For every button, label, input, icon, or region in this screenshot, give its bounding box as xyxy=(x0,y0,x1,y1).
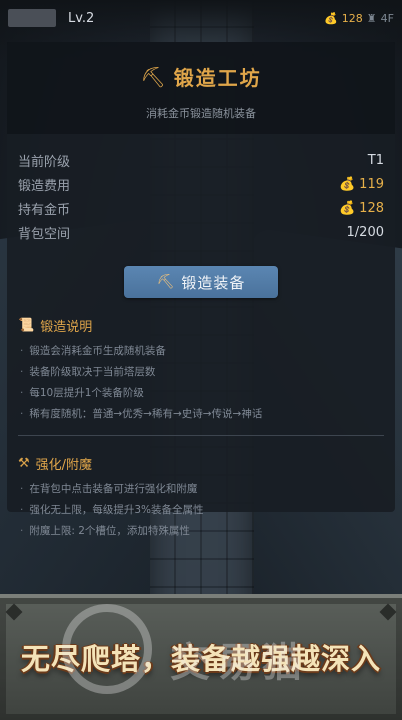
forge-equipment-button[interactable]: ⛏ 锻造装备 xyxy=(124,266,278,298)
forge-title: 锻造工坊 xyxy=(173,66,262,90)
player-name-redacted xyxy=(8,9,56,27)
promo-banner: 无尽爬塔，装备越强越深入 xyxy=(0,594,402,720)
forge-guide-section: 📜 锻造说明 锻造会消耗金币生成随机装备 装备阶级取决于当前塔层数 每10层提升… xyxy=(7,316,395,425)
forge-stats: 当前阶级 T1 锻造费用 💰 119 持有金币 💰 128 背包空间 1/200 xyxy=(7,134,395,244)
forge-cost-value: 119 xyxy=(359,176,384,192)
bag-space-value: 1/200 xyxy=(346,224,384,240)
forge-subtitle: 消耗金币锻造随机装备 xyxy=(146,107,256,120)
guide-title: 锻造说明 xyxy=(40,320,93,335)
player-level: Lv.2 xyxy=(68,10,95,26)
enhance-title: 强化/附魔 xyxy=(35,458,93,473)
top-bar: Lv.2 💰 128 ♜ 4F xyxy=(0,0,402,36)
section-divider xyxy=(18,435,384,436)
scroll-icon: 📜 xyxy=(18,318,35,333)
guide-line: 装备阶级取决于当前塔层数 xyxy=(18,362,384,383)
enhance-line: 强化无上限，每级提升3%装备全属性 xyxy=(18,500,384,521)
stat-tier: 当前阶级 T1 xyxy=(18,152,384,170)
hammer-icon: ⛏ xyxy=(140,64,166,89)
guide-line: 锻造会消耗金币生成随机装备 xyxy=(18,341,384,362)
money-bag-icon: 💰 xyxy=(324,11,338,25)
gold-held-value: 128 xyxy=(359,200,384,216)
top-resources: 💰 128 ♜ 4F xyxy=(324,12,394,25)
stat-forge-cost: 锻造费用 💰 119 xyxy=(18,176,384,194)
tools-icon: ⚒ xyxy=(18,456,30,471)
forge-header: ⛏ 锻造工坊 消耗金币锻造随机装备 xyxy=(7,42,395,134)
stat-bag-space: 背包空间 1/200 xyxy=(18,224,384,242)
enhance-line: 附魔上限: 2个槽位，添加特殊属性 xyxy=(18,521,384,542)
gold-amount: 128 xyxy=(341,11,363,25)
money-bag-icon: 💰 xyxy=(338,200,356,216)
castle-icon: ♜ xyxy=(366,11,377,25)
floor-number: 4F xyxy=(380,11,394,25)
money-bag-icon: 💰 xyxy=(338,176,356,192)
hammer-icon: ⛏ xyxy=(156,274,176,290)
forge-panel: ⛏ 锻造工坊 消耗金币锻造随机装备 当前阶级 T1 锻造费用 💰 119 持有金… xyxy=(7,42,395,537)
enhance-section: ⚒ 强化/附魔 在背包中点击装备可进行强化和附魔 强化无上限，每级提升3%装备全… xyxy=(7,454,395,542)
enhance-line: 在背包中点击装备可进行强化和附魔 xyxy=(18,479,384,500)
guide-line: 每10层提升1个装备阶级 xyxy=(18,383,384,404)
promo-slogan: 无尽爬塔，装备越强越深入 xyxy=(20,642,381,676)
guide-line: 稀有度随机：普通→优秀→稀有→史诗→传说→神话 xyxy=(18,404,384,425)
stat-gold-held: 持有金币 💰 128 xyxy=(18,200,384,218)
tier-value: T1 xyxy=(367,152,384,168)
